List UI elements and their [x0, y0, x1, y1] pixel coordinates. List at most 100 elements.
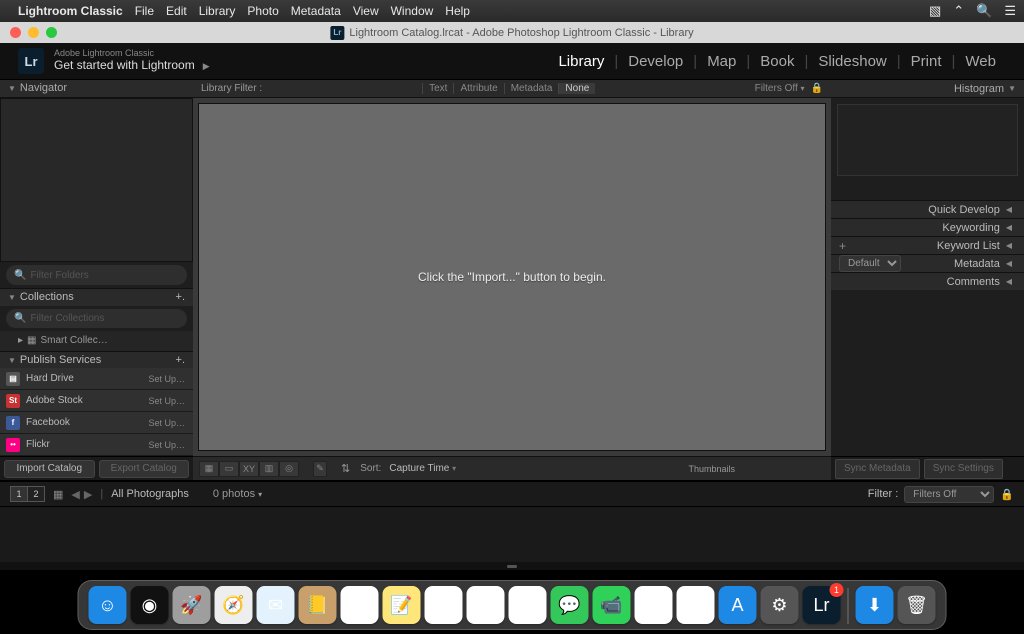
filter-option-text[interactable]: Text	[422, 83, 453, 94]
import-catalog-button[interactable]: Import Catalog	[4, 460, 95, 478]
library-grid-canvas[interactable]: Click the "Import..." button to begin.	[198, 103, 826, 451]
keyword-list-panel-header[interactable]: +Keyword List◀	[831, 236, 1024, 254]
nav-forward-button[interactable]: ▶	[84, 488, 92, 501]
menu-help[interactable]: Help	[445, 4, 470, 18]
module-slideshow[interactable]: Slideshow	[808, 53, 896, 70]
people-view-button[interactable]: ◎	[279, 461, 299, 477]
metadata-preset-select[interactable]: Default	[839, 255, 901, 272]
module-print[interactable]: Print	[901, 53, 952, 70]
metadata-panel-header[interactable]: Default Metadata◀	[831, 254, 1024, 272]
dock-music-icon[interactable]: ♪	[677, 586, 715, 624]
dock-appstore-icon[interactable]: A	[719, 586, 757, 624]
menu-metadata[interactable]: Metadata	[291, 4, 341, 18]
nav-back-button[interactable]: ◀	[71, 488, 79, 501]
menu-edit[interactable]: Edit	[166, 4, 187, 18]
publish-service-adobe-stock[interactable]: StAdobe StockSet Up…	[0, 390, 193, 412]
dock-launchpad-icon[interactable]: 🚀	[173, 586, 211, 624]
add-publish-service-button[interactable]: +.	[176, 354, 185, 366]
photo-count[interactable]: 0 photos ▾	[213, 488, 262, 500]
app-name[interactable]: Lightroom Classic	[18, 4, 123, 18]
survey-view-button[interactable]: ▥	[259, 461, 279, 477]
filter-collections-input[interactable]: 🔍Filter Collections	[6, 309, 187, 329]
minimize-window-button[interactable]	[28, 27, 39, 38]
module-library[interactable]: Library	[548, 53, 614, 70]
smart-collections-item[interactable]: ▸▦Smart Collec…	[0, 331, 193, 351]
dock-finder-icon[interactable]: ☺	[89, 586, 127, 624]
publish-service-facebook[interactable]: fFacebookSet Up…	[0, 412, 193, 434]
filter-folders-input[interactable]: 🔍Filter Folders	[6, 265, 187, 285]
menu-photo[interactable]: Photo	[247, 4, 278, 18]
export-catalog-button[interactable]: Export Catalog	[99, 460, 190, 478]
filter-option-none[interactable]: None	[558, 83, 595, 94]
publish-setup-link[interactable]: Set Up…	[148, 374, 185, 384]
lock-icon[interactable]: 🔒	[811, 83, 823, 94]
menu-file[interactable]: File	[135, 4, 154, 18]
module-web[interactable]: Web	[955, 53, 1006, 70]
menu-window[interactable]: Window	[391, 4, 434, 18]
publish-service-hard-drive[interactable]: ▤Hard DriveSet Up…	[0, 368, 193, 390]
quick-develop-panel-header[interactable]: Quick Develop◀	[831, 200, 1024, 218]
keywording-panel-header[interactable]: Keywording◀	[831, 218, 1024, 236]
dock-settings-icon[interactable]: ⚙	[761, 586, 799, 624]
publish-setup-link[interactable]: Set Up…	[148, 440, 185, 450]
module-map[interactable]: Map	[697, 53, 746, 70]
first-window-button[interactable]: 1	[10, 486, 28, 502]
publish-services-panel-header[interactable]: ▼Publish Services+.	[0, 351, 193, 369]
publish-setup-link[interactable]: Set Up…	[148, 396, 185, 406]
dock-lightroom-icon[interactable]: Lr1	[803, 586, 841, 624]
add-collection-button[interactable]: +.	[176, 291, 185, 303]
dock-news-icon[interactable]: N	[635, 586, 673, 624]
get-started-link[interactable]: Get started with Lightroom	[54, 58, 195, 72]
filter-option-attribute[interactable]: Attribute	[453, 83, 503, 94]
source-label[interactable]: All Photographs	[111, 488, 189, 500]
module-develop[interactable]: Develop	[618, 53, 693, 70]
dock-facetime-icon[interactable]: 📹	[593, 586, 631, 624]
menubar-status-icon[interactable]: ▧	[929, 3, 941, 19]
publish-service-flickr[interactable]: ••FlickrSet Up…	[0, 434, 193, 456]
sort-direction-button[interactable]: ⇅	[341, 462, 350, 475]
dock-calendar-icon[interactable]: 8	[341, 586, 379, 624]
dock-messages-icon[interactable]: 💬	[551, 586, 589, 624]
filmstrip[interactable]	[0, 506, 1024, 562]
filters-off-toggle[interactable]: Filters Off ▾	[755, 83, 811, 94]
histogram-panel-header[interactable]: Histogram▼	[831, 80, 1024, 98]
grid-icon[interactable]: ▦	[53, 488, 63, 501]
navigator-panel-header[interactable]: ▼Navigator	[0, 80, 193, 98]
dock-maps-icon[interactable]: 🗺	[467, 586, 505, 624]
module-book[interactable]: Book	[750, 53, 804, 70]
sync-metadata-button[interactable]: Sync Metadata	[835, 459, 920, 479]
compare-view-button[interactable]: XY	[239, 461, 259, 477]
publish-icon: ••	[6, 438, 20, 452]
sync-settings-button[interactable]: Sync Settings	[924, 459, 1003, 479]
dock-safari-icon[interactable]: 🧭	[215, 586, 253, 624]
dock-photos-icon[interactable]: ❀	[509, 586, 547, 624]
painter-tool-button[interactable]: ✎	[313, 461, 327, 477]
dock-mail-icon[interactable]: ✉	[257, 586, 295, 624]
filmstrip-grip[interactable]	[0, 562, 1024, 570]
filter-label: Filter :	[868, 488, 899, 500]
menu-library[interactable]: Library	[199, 4, 236, 18]
comments-panel-header[interactable]: Comments◀	[831, 272, 1024, 290]
filter-option-metadata[interactable]: Metadata	[504, 83, 559, 94]
second-window-button[interactable]: 2	[27, 486, 45, 502]
dock-contacts-icon[interactable]: 📒	[299, 586, 337, 624]
dock-siri-icon[interactable]: ◉	[131, 586, 169, 624]
close-window-button[interactable]	[10, 27, 21, 38]
dock-downloads-icon[interactable]: ⬇	[856, 586, 894, 624]
menu-view[interactable]: View	[353, 4, 379, 18]
grid-view-button[interactable]: ▦	[199, 461, 219, 477]
wifi-icon[interactable]: ⌃	[953, 3, 964, 19]
filter-lock-icon[interactable]: 🔒	[1000, 488, 1014, 501]
library-toolbar: ▦ ▭ XY ▥ ◎ ✎ ⇅ Sort: Capture Time ▾ Thum…	[193, 456, 831, 480]
collections-panel-header[interactable]: ▼Collections+.	[0, 288, 193, 306]
zoom-window-button[interactable]	[46, 27, 57, 38]
dock-reminders-icon[interactable]: ☑	[425, 586, 463, 624]
loupe-view-button[interactable]: ▭	[219, 461, 239, 477]
sort-dropdown[interactable]: Capture Time ▾	[389, 463, 456, 474]
dock-trash-icon[interactable]: 🗑	[898, 586, 936, 624]
spotlight-icon[interactable]: 🔍	[976, 3, 992, 19]
publish-setup-link[interactable]: Set Up…	[148, 418, 185, 428]
control-center-icon[interactable]: ☰	[1004, 3, 1016, 19]
dock-notes-icon[interactable]: 📝	[383, 586, 421, 624]
filter-preset-select[interactable]: Filters Off	[904, 486, 994, 503]
